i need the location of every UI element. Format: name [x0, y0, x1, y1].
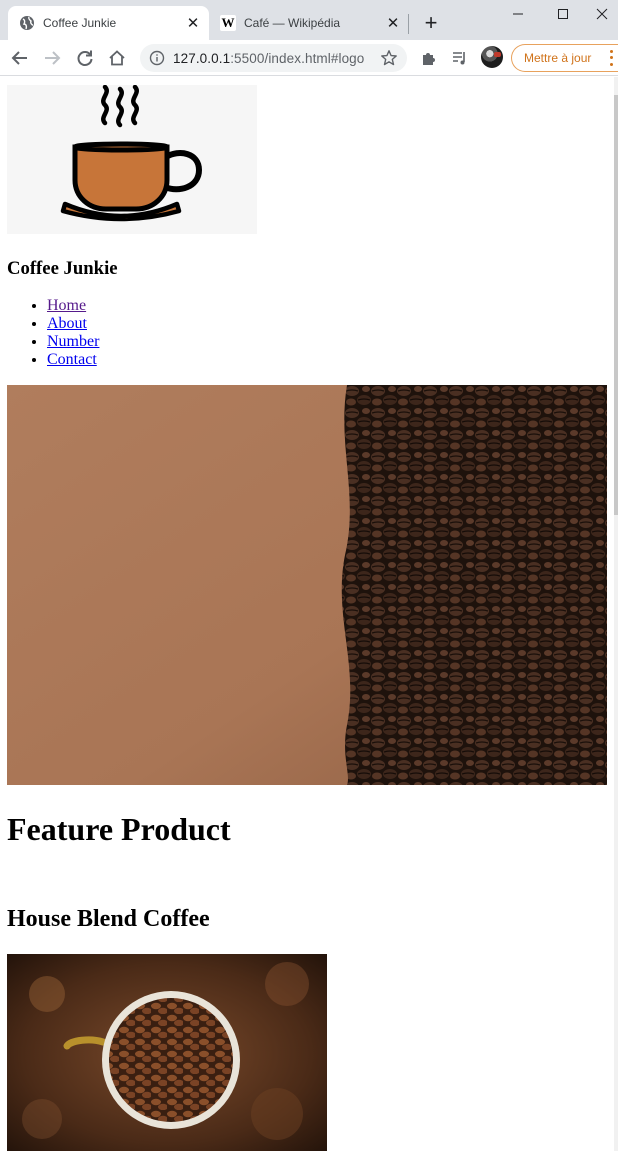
- site-logo: [7, 84, 257, 234]
- scrollbar[interactable]: [614, 77, 618, 1151]
- new-tab-icon[interactable]: +: [420, 12, 442, 34]
- minimize-icon[interactable]: [495, 0, 541, 28]
- update-button[interactable]: Mettre à jour: [511, 44, 618, 72]
- url-text: 127.0.0.1:5500/index.html#logo: [173, 51, 364, 66]
- close-tab-icon[interactable]: ✕: [183, 13, 203, 33]
- wikipedia-icon: W: [220, 15, 236, 31]
- nav-link-number[interactable]: Number: [47, 333, 99, 350]
- product-image: [7, 954, 327, 1151]
- nav-link-contact[interactable]: Contact: [47, 351, 97, 368]
- tab-title: Café — Wikipédia: [244, 16, 341, 30]
- address-bar[interactable]: 127.0.0.1:5500/index.html#logo: [140, 44, 407, 72]
- scrollbar-thumb[interactable]: [614, 95, 618, 515]
- hero-image: [7, 385, 607, 785]
- nav-item-home: Home: [47, 297, 99, 315]
- close-window-icon[interactable]: [585, 0, 618, 28]
- site-title: Coffee Junkie: [7, 258, 118, 279]
- nav-link-home[interactable]: Home: [47, 297, 86, 314]
- feature-heading: Feature Product: [7, 811, 231, 847]
- home-icon[interactable]: [105, 46, 129, 70]
- nav-link-about[interactable]: About: [47, 315, 87, 332]
- globe-icon: [19, 15, 35, 31]
- coffee-cup-icon: [60, 84, 203, 222]
- tab-coffee-junkie[interactable]: Coffee Junkie ✕: [8, 6, 209, 40]
- reload-icon[interactable]: [73, 46, 97, 70]
- tab-strip: Coffee Junkie ✕ W Café — Wikipédia ✕ +: [0, 0, 618, 40]
- info-icon[interactable]: [149, 50, 165, 66]
- close-tab-icon[interactable]: ✕: [383, 13, 403, 33]
- maximize-icon[interactable]: [540, 0, 586, 28]
- tab-wikipedia[interactable]: W Café — Wikipédia ✕: [209, 6, 409, 40]
- forward-icon[interactable]: [40, 46, 64, 70]
- menu-dots-icon[interactable]: [607, 48, 615, 68]
- page-viewport: Coffee Junkie Home About Number Contact: [0, 77, 618, 1151]
- tab-separator: [408, 14, 409, 34]
- nav-item-contact: Contact: [47, 351, 99, 369]
- back-icon[interactable]: [8, 46, 32, 70]
- nav-item-number: Number: [47, 333, 99, 351]
- url-path: :5500/index.html#logo: [230, 50, 365, 66]
- main-nav: Home About Number Contact: [47, 297, 99, 369]
- extensions-icon[interactable]: [417, 46, 441, 70]
- nav-item-about: About: [47, 315, 99, 333]
- update-button-label: Mettre à jour: [524, 51, 592, 65]
- media-control-icon[interactable]: [448, 46, 472, 70]
- url-host: 127.0.0.1: [173, 50, 231, 66]
- profile-avatar[interactable]: [481, 46, 503, 68]
- tab-title: Coffee Junkie: [43, 16, 117, 30]
- product-name: House Blend Coffee: [7, 906, 210, 932]
- star-icon[interactable]: [379, 48, 399, 68]
